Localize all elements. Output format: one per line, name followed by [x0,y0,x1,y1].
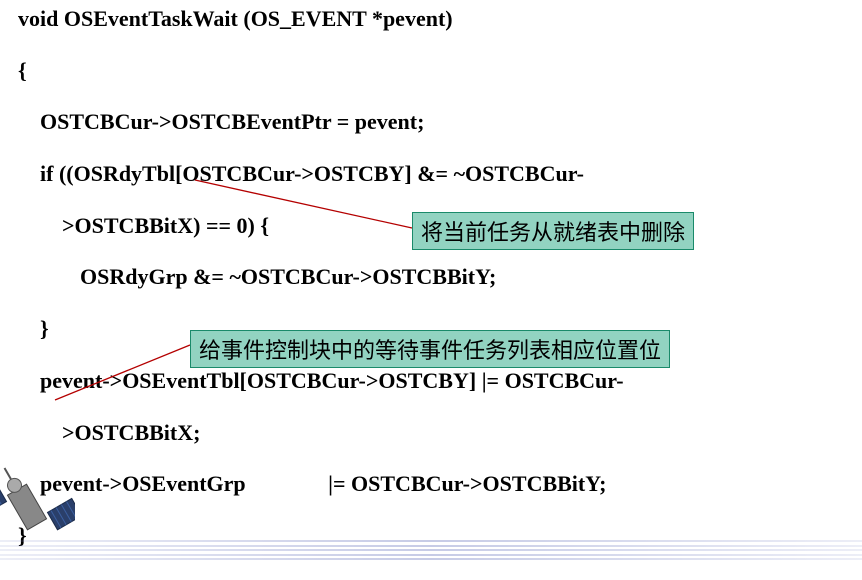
code-line-0: void OSEventTaskWait (OS_EVENT *pevent) [18,4,844,34]
slide: void OSEventTaskWait (OS_EVENT *pevent) … [0,0,862,580]
annotation-remove-from-ready: 将当前任务从就绪表中删除 [412,212,694,250]
satellite-icon [0,442,75,572]
code-line-9: pevent->OSEventGrp |= OSTCBCur->OSTCBBit… [18,469,844,499]
code-line-5: OSRdyGrp &= ~OSTCBCur->OSTCBBitY; [18,262,844,292]
code-line-3: if ((OSRdyTbl[OSTCBCur->OSTCBY] &= ~OSTC… [18,159,844,189]
code-line-8: >OSTCBBitX; [18,418,844,448]
code-line-7: pevent->OSEventTbl[OSTCBCur->OSTCBY] |= … [18,366,844,396]
code-line-2: OSTCBCur->OSTCBEventPtr = pevent; [18,107,844,137]
code-line-1: { [18,56,844,86]
footer-stripes [0,540,862,560]
annotation-set-wait-bit: 给事件控制块中的等待事件任务列表相应位置位 [190,330,670,368]
